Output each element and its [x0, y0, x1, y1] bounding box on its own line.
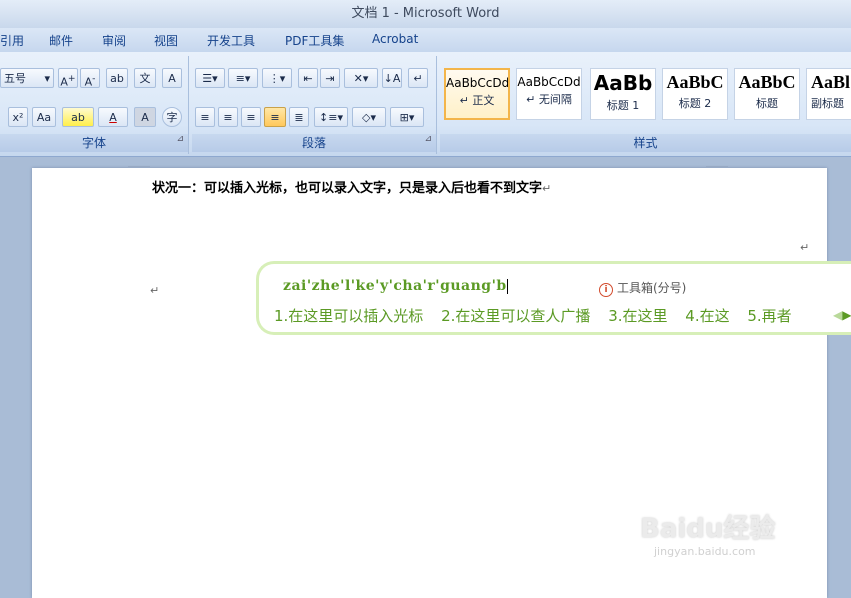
ime-toolbox[interactable]: i 工具箱(分号)	[599, 279, 686, 297]
title-bar: 文档 1 - Microsoft Word	[0, 0, 851, 28]
ime-composition: zai'zhe'l'ke'y'cha'r'guang'b	[283, 278, 508, 294]
font-group-label: 字体 ⊿	[0, 134, 188, 152]
style-title[interactable]: AaBbC 标题	[734, 68, 800, 120]
ime-candidate-window: zai'zhe'l'ke'y'cha'r'guang'b i 工具箱(分号) 1.…	[256, 261, 851, 335]
style-sample: AaBbC	[738, 72, 796, 92]
style-name: 副标题	[811, 97, 844, 110]
line-spacing-icon[interactable]: ↕≡▾	[314, 107, 348, 127]
tab-developer[interactable]: 开发工具	[207, 32, 255, 49]
document-text: 状况一：可以插入光标，也可以录入文字，只是录入后也看不到文字	[152, 181, 543, 196]
text-caret	[506, 278, 508, 294]
style-name: ↵ 正文	[459, 94, 495, 107]
font-color-icon[interactable]: A	[98, 107, 128, 127]
ime-page-nav: ◀▶	[833, 308, 851, 322]
style-no-spacing[interactable]: AaBbCcDd ↵ 无间隔	[516, 68, 582, 120]
superscript-label: x²	[12, 111, 24, 124]
multilevel-list-icon[interactable]: ⋮▾	[262, 68, 292, 88]
paragraph-group-title: 段落	[301, 136, 326, 150]
style-name: ↵ 无间隔	[526, 93, 572, 106]
style-sample: AaBb	[593, 71, 653, 95]
tab-review[interactable]: 审阅	[102, 32, 126, 49]
paragraph-mark: ↵	[800, 241, 810, 254]
style-sample: AaBbC	[666, 72, 724, 92]
style-name: 标题 1	[606, 99, 640, 112]
font-group-title: 字体	[81, 136, 106, 150]
style-sample: AaBbCcDd	[446, 76, 508, 90]
style-normal[interactable]: AaBbCcDd ↵ 正文	[444, 68, 510, 120]
font-size-select[interactable]: 五号 ▾	[0, 68, 54, 88]
ime-candidate-4[interactable]: 4.在这	[685, 307, 729, 325]
ribbon: 五号 ▾ A+ A- ab 文 A x² Aa ab A A 字 字体 ⊿ ☰▾…	[0, 52, 851, 157]
align-center-icon[interactable]: ≡	[218, 107, 238, 127]
numbering-icon[interactable]: ≡▾	[228, 68, 258, 88]
grow-font-icon[interactable]: A+	[58, 68, 78, 89]
styles-group: AaBbCcDd ↵ 正文 AaBbCcDd ↵ 无间隔 AaBb 标题 1 A…	[440, 56, 851, 154]
chinese-layout-icon[interactable]: ✕▾	[344, 68, 378, 88]
watermark: Baidu经验 jingyan.baidu.com	[640, 508, 775, 558]
enclosed-char-icon[interactable]: 字	[162, 107, 182, 127]
styles-group-label: 样式	[440, 134, 851, 152]
watermark-logo: Baidu经验	[640, 514, 776, 544]
window-title: 文档 1 - Microsoft Word	[351, 6, 500, 21]
tab-references[interactable]: 引用	[0, 32, 24, 49]
style-sample: AaBbCcDd	[517, 75, 581, 89]
document-line[interactable]: 状况一：可以插入光标，也可以录入文字，只是录入后也看不到文字↵	[152, 177, 551, 196]
ime-pinyin-text: zai'zhe'l'ke'y'cha'r'guang'b	[283, 278, 507, 294]
char-border-icon[interactable]: A	[162, 68, 182, 88]
ime-candidate-3[interactable]: 3.在这里	[608, 307, 667, 325]
style-heading-2[interactable]: AaBbC 标题 2	[662, 68, 728, 120]
paragraph-group: ☰▾ ≡▾ ⋮▾ ⇤ ⇥ ✕▾ ↓A ↵ ≡ ≡ ≡ ≡ ≣ ↕≡▾ ◇▾ ⊞▾…	[192, 56, 437, 154]
change-case-label: Aa	[36, 111, 52, 124]
distributed-icon[interactable]: ≣	[289, 107, 309, 127]
tab-mailings[interactable]: 邮件	[49, 32, 73, 49]
style-sample: AaBl	[811, 72, 851, 92]
ime-candidate-2[interactable]: 2.在这里可以查人广播	[441, 307, 590, 325]
sort-icon[interactable]: ↓A	[382, 68, 402, 88]
tab-acrobat[interactable]: Acrobat	[372, 32, 418, 46]
borders-icon[interactable]: ⊞▾	[390, 107, 424, 127]
decrease-indent-icon[interactable]: ⇤	[298, 68, 318, 88]
ime-candidate-1[interactable]: 1.在这里可以插入光标	[274, 307, 423, 325]
chevron-down-icon: ▾	[44, 72, 50, 85]
next-page-icon[interactable]: ▶	[842, 308, 851, 322]
watermark-url: jingyan.baidu.com	[654, 545, 756, 558]
shading-icon[interactable]: ◇▾	[352, 107, 386, 127]
info-icon: i	[599, 283, 613, 297]
char-shading-icon[interactable]: A	[134, 107, 156, 127]
ime-candidate-5[interactable]: 5.再者	[747, 307, 791, 325]
show-marks-icon[interactable]: ↵	[408, 68, 428, 88]
clear-format-icon[interactable]: ab	[106, 68, 128, 88]
phonetic-guide-icon[interactable]: 文	[134, 68, 156, 88]
paragraph-mark: ↵	[542, 182, 552, 195]
dialog-launcher-icon[interactable]: ⊿	[424, 130, 432, 148]
styles-group-title: 样式	[633, 136, 658, 150]
shrink-font-icon[interactable]: A-	[80, 68, 100, 89]
ribbon-tabs: 引用 邮件 审阅 视图 开发工具 PDF工具集 Acrobat	[0, 28, 851, 52]
change-case-button[interactable]: Aa	[32, 107, 56, 127]
bullets-icon[interactable]: ☰▾	[195, 68, 225, 88]
style-heading-1[interactable]: AaBb 标题 1	[590, 68, 656, 120]
paragraph-group-label: 段落 ⊿	[192, 134, 436, 152]
style-name: 标题	[756, 97, 778, 110]
superscript-button[interactable]: x²	[8, 107, 28, 127]
tab-view[interactable]: 视图	[154, 32, 178, 49]
justify-icon[interactable]: ≡	[264, 107, 286, 127]
tab-pdf-tools[interactable]: PDF工具集	[285, 32, 344, 49]
style-name: 标题 2	[678, 97, 712, 110]
paragraph-mark: ↵	[150, 284, 160, 297]
dialog-launcher-icon[interactable]: ⊿	[176, 130, 184, 148]
font-size-value: 五号	[4, 72, 26, 85]
align-right-icon[interactable]: ≡	[241, 107, 261, 127]
highlight-icon[interactable]: ab	[62, 107, 94, 127]
font-group: 五号 ▾ A+ A- ab 文 A x² Aa ab A A 字 字体 ⊿	[0, 56, 189, 154]
ime-toolbox-label: 工具箱(分号)	[617, 281, 687, 295]
align-left-icon[interactable]: ≡	[195, 107, 215, 127]
prev-page-icon[interactable]: ◀	[833, 308, 842, 322]
style-subtitle[interactable]: AaBl 副标题	[806, 68, 851, 120]
increase-indent-icon[interactable]: ⇥	[320, 68, 340, 88]
ime-candidate-list: 1.在这里可以插入光标 2.在这里可以查人广播 3.在这里 4.在这 5.再者	[274, 305, 805, 326]
